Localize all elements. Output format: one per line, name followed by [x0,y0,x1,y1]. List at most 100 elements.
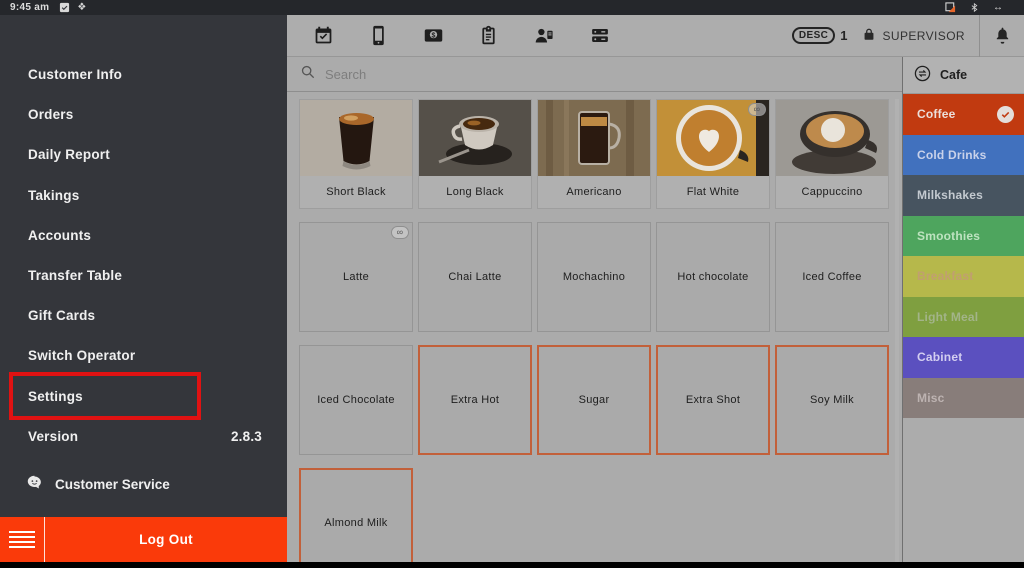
product-label: Hot chocolate [657,223,769,331]
drawer-item-version: Version 2.8.3 [0,417,287,457]
grid-scrollbar[interactable] [895,99,899,562]
product-label: Latte [300,223,412,331]
product-label: Long Black [419,176,531,208]
category-panel: Cafe Coffee Cold Drinks Milkshakes Smoot… [903,57,1024,562]
product-label: Cappuccino [776,176,888,208]
product-tile-latte[interactable]: ∞ Latte [299,222,413,332]
product-tile-long-black[interactable]: Long Black [418,99,532,209]
drawer-item-orders[interactable]: Orders [0,95,287,135]
cup-saucer-photo [419,100,531,176]
product-label: Short Black [300,176,412,208]
register-drawers-icon[interactable] [589,25,611,46]
category-label: Misc [917,391,944,405]
lock-icon [862,27,876,45]
desc-count: 1 [840,28,847,43]
category-label: Cold Drinks [917,148,987,162]
linked-badge: ∞ [748,103,766,116]
product-tile-iced-coffee[interactable]: Iced Coffee [775,222,889,332]
android-status-bar: 9:45 am ❖ ↔ [0,0,1024,15]
product-tile-hot-chocolate[interactable]: Hot chocolate [656,222,770,332]
category-light-meal[interactable]: Light Meal [903,297,1024,338]
drawer-menu: Customer Info Orders Daily Report Taking… [0,15,287,457]
operator-button[interactable]: SUPERVISOR [862,27,965,45]
category-breakfast[interactable]: Breakfast [903,256,1024,297]
product-label: Almond Milk [301,470,411,562]
espresso-glass-photo [300,100,412,176]
category-label: Smoothies [917,229,980,243]
product-tile-extra-hot[interactable]: Extra Hot [418,345,532,455]
category-label: Milkshakes [917,188,983,202]
pos-screen: 9:45 am ❖ ↔ [0,0,1024,568]
logout-button[interactable]: Log Out [45,517,287,562]
product-grid: Short Black Long Black Americano [287,92,902,562]
product-tile-iced-chocolate[interactable]: Iced Chocolate [299,345,413,455]
drawer-item-transfer-table[interactable]: Transfer Table [0,256,287,296]
bluetooth-icon [970,2,979,13]
product-tile-short-black[interactable]: Short Black [299,99,413,209]
product-tile-almond-milk[interactable]: Almond Milk [299,468,413,562]
customer-service-label: Customer Service [55,477,170,492]
category-cold-drinks[interactable]: Cold Drinks [903,135,1024,176]
product-tile-extra-shot[interactable]: Extra Shot [656,345,770,455]
selected-check-icon [997,106,1014,123]
category-cabinet[interactable]: Cabinet [903,337,1024,378]
product-area: Short Black Long Black Americano [287,57,902,562]
hamburger-menu-icon[interactable] [0,517,45,562]
cash-drawer-icon[interactable]: $ [423,25,444,46]
customer-service-button[interactable]: Customer Service [0,468,170,500]
product-label: Sugar [539,347,649,453]
notifications-bell-icon[interactable] [980,26,1024,45]
swap-arrows-icon [914,65,931,85]
product-tile-americano[interactable]: Americano [537,99,651,209]
menu-switcher-cafe[interactable]: Cafe [903,57,1024,94]
clipboard-icon[interactable] [478,25,499,46]
category-filler [903,418,1024,562]
customer-card-icon[interactable] [533,25,555,46]
product-tile-mochachino[interactable]: Mochachino [537,222,651,332]
drawer-item-daily-report[interactable]: Daily Report [0,135,287,175]
version-value: 2.8.3 [231,417,262,457]
linked-badge: ∞ [391,226,409,239]
product-tile-sugar[interactable]: Sugar [537,345,651,455]
product-tile-cappuccino[interactable]: Cappuccino [775,99,889,209]
checkbox-icon [59,2,70,13]
product-label: Iced Chocolate [300,346,412,454]
drawer-item-accounts[interactable]: Accounts [0,216,287,256]
logout-bar: Log Out [0,517,287,562]
search-icon [300,64,316,85]
search-input[interactable] [325,67,725,82]
calendar-check-icon[interactable] [313,25,334,46]
product-label: Soy Milk [777,347,887,453]
product-tile-chai-latte[interactable]: Chai Latte [418,222,532,332]
category-smoothies[interactable]: Smoothies [903,216,1024,257]
product-label: Mochachino [538,223,650,331]
cappuccino-photo [776,100,888,176]
category-label: Breakfast [917,269,974,283]
search-bar [287,57,902,92]
operator-name: SUPERVISOR [883,29,965,43]
product-label: Extra Hot [420,347,530,453]
product-label: Iced Coffee [776,223,888,331]
product-label: Flat White [657,176,769,208]
chat-bubble-icon [26,474,43,494]
category-coffee[interactable]: Coffee [903,94,1024,135]
product-tile-flat-white[interactable]: ∞ Flat White [656,99,770,209]
desc-pill[interactable]: DESC [792,27,835,44]
drawer-item-customer-info[interactable]: Customer Info [0,55,287,95]
mobile-phone-icon[interactable] [368,25,389,46]
pos-content: $ DESC 1 SUPERVISOR [287,15,1024,562]
tall-glass-photo [538,100,650,176]
menu-name: Cafe [940,68,967,82]
drawer-item-settings[interactable]: Settings [0,377,287,417]
drawer-item-switch-operator[interactable]: Switch Operator [0,336,287,376]
category-label: Coffee [917,107,956,121]
drawer-item-gift-cards[interactable]: Gift Cards [0,296,287,336]
category-misc[interactable]: Misc [903,378,1024,419]
product-label: Extra Shot [658,347,768,453]
product-label: Chai Latte [419,223,531,331]
product-tile-soy-milk[interactable]: Soy Milk [775,345,889,455]
category-milkshakes[interactable]: Milkshakes [903,175,1024,216]
status-time: 9:45 am [10,2,49,13]
drawer-item-takings[interactable]: Takings [0,176,287,216]
category-label: Cabinet [917,350,962,364]
